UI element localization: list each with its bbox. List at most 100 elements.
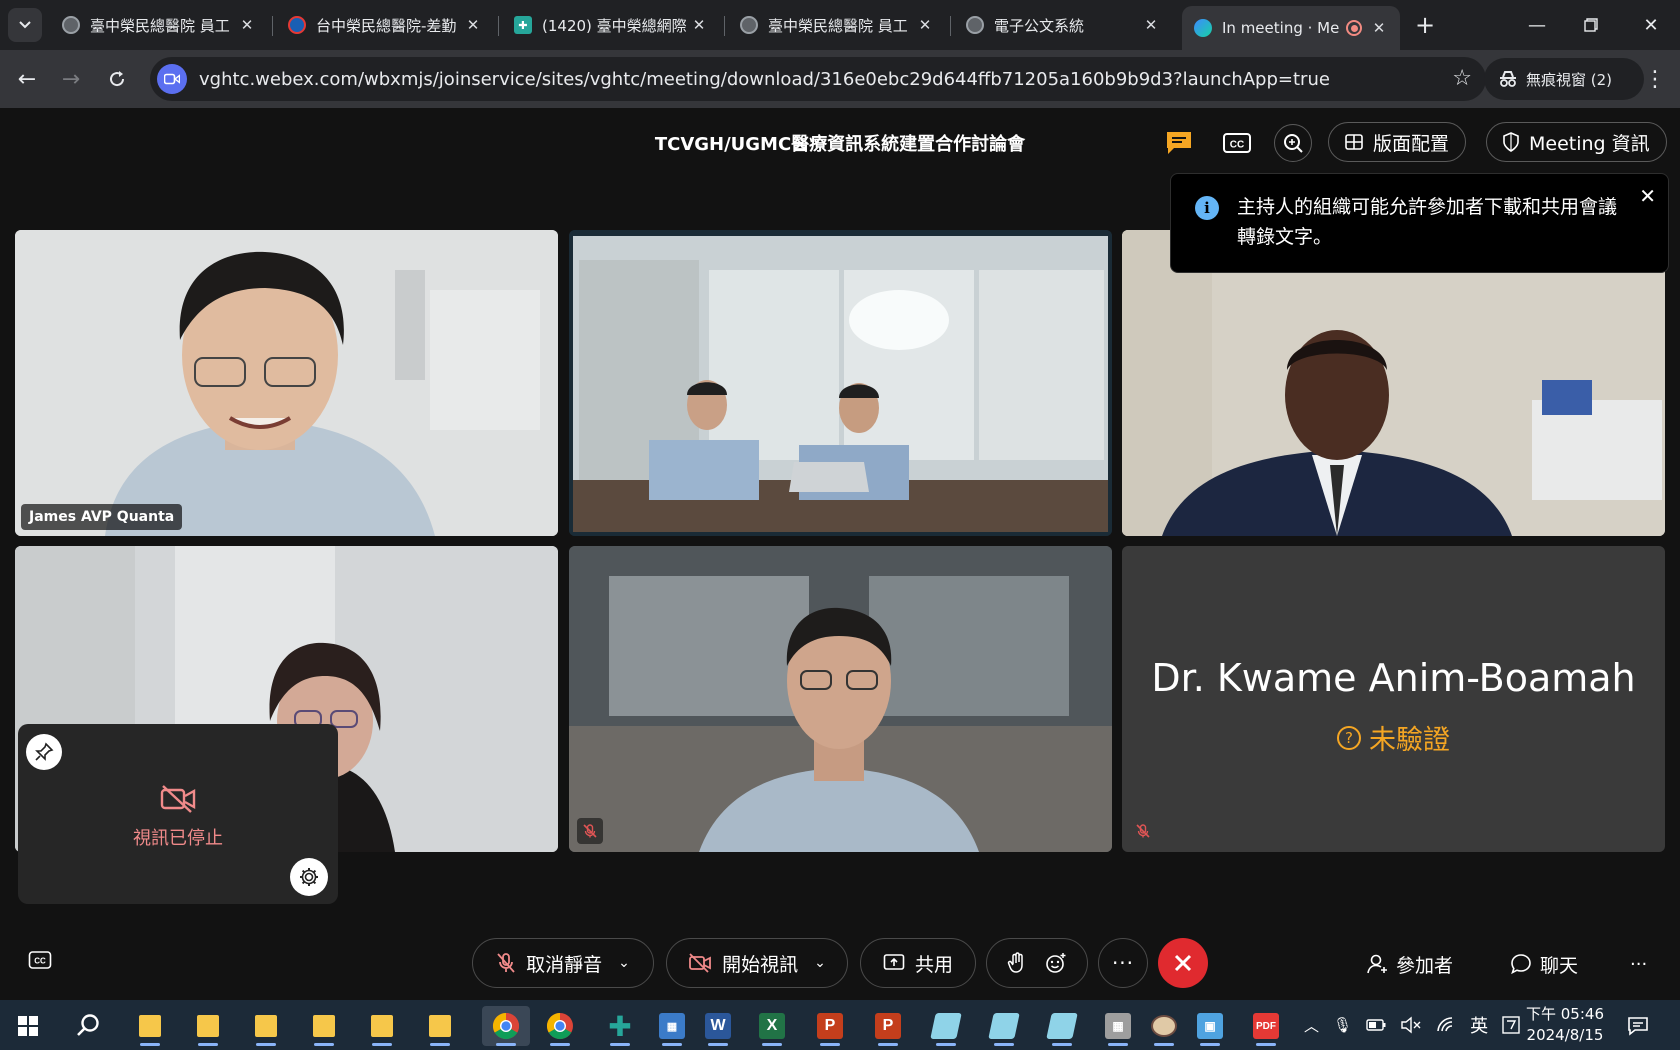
- taskbar-notepad-1[interactable]: [926, 1006, 966, 1046]
- taskbar-powerpoint-2[interactable]: P: [868, 1006, 908, 1046]
- zoom-icon[interactable]: [1274, 124, 1312, 162]
- taskbar-app-tablet[interactable]: ▣: [1190, 1006, 1230, 1046]
- tab-5[interactable]: 電子公文系統 ✕: [954, 6, 1172, 44]
- toast-close-button[interactable]: ✕: [1639, 184, 1656, 208]
- participant-video: [569, 546, 1112, 852]
- layout-grid-icon: [1345, 134, 1363, 150]
- tab-4[interactable]: 臺中榮民總醫院 員工 ✕: [728, 6, 946, 44]
- clock-time: 下午 05:46: [1526, 1005, 1604, 1023]
- tab-2[interactable]: 台中榮民總醫院-差勤 ✕: [276, 6, 494, 44]
- taskbar-excel[interactable]: X: [752, 1006, 792, 1046]
- taskbar-pdf[interactable]: PDF: [1246, 1006, 1286, 1046]
- taskbar-chrome-2[interactable]: [540, 1006, 580, 1046]
- taskbar-folder-2[interactable]: [188, 1006, 228, 1046]
- close-icon[interactable]: ✕: [914, 14, 936, 36]
- back-button[interactable]: ←: [12, 64, 42, 94]
- taskbar-folder-5[interactable]: [362, 1006, 402, 1046]
- taskbar-folder-4[interactable]: [304, 1006, 344, 1046]
- close-icon[interactable]: ✕: [236, 14, 258, 36]
- start-button[interactable]: [8, 1006, 48, 1046]
- start-video-button[interactable]: 開始視訊 ⌄: [666, 938, 848, 988]
- chevron-down-icon[interactable]: ⌄: [814, 955, 826, 971]
- participants-button[interactable]: 參加者: [1366, 948, 1453, 980]
- incognito-indicator[interactable]: 無痕視窗 (2): [1484, 58, 1644, 100]
- paint-palette-icon: [1151, 1015, 1177, 1037]
- chevron-down-icon[interactable]: ⌄: [618, 955, 630, 971]
- person-icon: [1367, 954, 1387, 974]
- shield-icon: [1503, 132, 1519, 152]
- leave-meeting-button[interactable]: [1158, 938, 1208, 988]
- search-button[interactable]: [68, 1006, 108, 1046]
- video-tile-3[interactable]: [1122, 230, 1665, 536]
- microphone-icon[interactable]: 🎙: [1333, 1016, 1352, 1034]
- transcript-icon[interactable]: [1160, 124, 1198, 162]
- chat-button[interactable]: 聊天: [1510, 948, 1578, 980]
- raise-hand-icon[interactable]: [1007, 952, 1027, 974]
- emoji-reaction-icon[interactable]: [1045, 952, 1067, 974]
- svg-text:CC: CC: [1230, 140, 1244, 151]
- close-icon[interactable]: ✕: [1368, 17, 1390, 39]
- captions-button[interactable]: CC: [28, 950, 52, 974]
- closed-captions-icon[interactable]: CC: [1218, 124, 1256, 162]
- ime-language-indicator[interactable]: 英: [1470, 1012, 1488, 1038]
- taskbar-app-blue[interactable]: ▦: [652, 1006, 692, 1046]
- tab-6-active[interactable]: In meeting · Me ✕: [1182, 6, 1400, 50]
- taskbar-hospital-app[interactable]: ✚: [600, 1006, 640, 1046]
- taskbar-folder-1[interactable]: [130, 1006, 170, 1046]
- hospital-logo-icon: [288, 16, 306, 34]
- participants-label: 參加者: [1396, 954, 1454, 977]
- pin-button[interactable]: [26, 734, 62, 770]
- more-menu-button[interactable]: ···: [1630, 948, 1647, 980]
- video-stopped-label: 視訊已停止: [133, 828, 223, 849]
- taskbar-notepad-2[interactable]: [984, 1006, 1024, 1046]
- taskbar-paint[interactable]: [1144, 1006, 1184, 1046]
- unmute-button[interactable]: 取消靜音 ⌄: [472, 938, 654, 988]
- recording-icon: [1346, 20, 1362, 36]
- taskbar-calculator[interactable]: ▦: [1098, 1006, 1138, 1046]
- ime-mode-icon[interactable]: [1502, 1016, 1520, 1034]
- minimize-button[interactable]: —: [1514, 8, 1560, 42]
- battery-icon[interactable]: [1366, 1019, 1386, 1031]
- reload-button[interactable]: [102, 64, 132, 94]
- taskbar-chrome-1[interactable]: [482, 1006, 530, 1046]
- self-view-settings-button[interactable]: [290, 858, 328, 896]
- video-tile-1[interactable]: James AVP Quanta: [15, 230, 558, 536]
- layout-button[interactable]: 版面配置: [1328, 122, 1467, 162]
- new-tab-button[interactable]: +: [1410, 10, 1440, 40]
- restore-button[interactable]: [1568, 8, 1614, 42]
- video-tile-2[interactable]: [569, 230, 1112, 536]
- system-clock[interactable]: 下午 05:46 2024/8/15: [1520, 1004, 1610, 1046]
- close-icon[interactable]: ✕: [1140, 14, 1162, 36]
- wifi-icon[interactable]: [1436, 1017, 1456, 1033]
- bookmark-star-icon[interactable]: ☆: [1452, 66, 1472, 91]
- address-bar[interactable]: vghtc.webex.com/wbxmjs/joinservice/sites…: [150, 57, 1486, 101]
- forward-button[interactable]: →: [56, 64, 86, 94]
- close-icon[interactable]: ✕: [462, 14, 484, 36]
- unverified-status: ? 未驗證: [1122, 718, 1665, 757]
- participant-video: [1122, 230, 1665, 536]
- taskbar-word[interactable]: W: [698, 1006, 738, 1046]
- browser-menu-button[interactable]: ⋮: [1640, 64, 1670, 94]
- share-button[interactable]: 共用: [860, 938, 976, 988]
- self-view-panel[interactable]: 視訊已停止: [18, 724, 338, 904]
- taskbar-folder-3[interactable]: [246, 1006, 286, 1046]
- tab-title: 臺中榮民總醫院 員工: [90, 16, 230, 35]
- speaker-muted-icon[interactable]: [1400, 1016, 1422, 1034]
- taskbar-folder-6[interactable]: [420, 1006, 460, 1046]
- window-close-button[interactable]: ✕: [1628, 8, 1674, 42]
- chevron-up-icon[interactable]: ︿: [1304, 1015, 1319, 1036]
- participant-video: [569, 230, 1112, 536]
- tab-3[interactable]: ✚ (1420) 臺中榮總網際 ✕: [502, 6, 720, 44]
- video-tile-5[interactable]: [569, 546, 1112, 852]
- tab-1[interactable]: 臺中榮民總醫院 員工 ✕: [50, 6, 268, 44]
- site-info-icon[interactable]: [157, 64, 187, 94]
- more-options-button[interactable]: ···: [1098, 938, 1148, 988]
- notifications-button[interactable]: [1618, 1006, 1658, 1046]
- video-tile-6[interactable]: Dr. Kwame Anim-Boamah ? 未驗證: [1122, 546, 1665, 852]
- close-icon[interactable]: ✕: [688, 14, 710, 36]
- tab-search-button[interactable]: [8, 8, 42, 42]
- globe-icon: [740, 16, 758, 34]
- taskbar-notepad-3[interactable]: [1042, 1006, 1082, 1046]
- taskbar-powerpoint-1[interactable]: P: [810, 1006, 850, 1046]
- meeting-info-button[interactable]: Meeting 資訊: [1486, 122, 1667, 162]
